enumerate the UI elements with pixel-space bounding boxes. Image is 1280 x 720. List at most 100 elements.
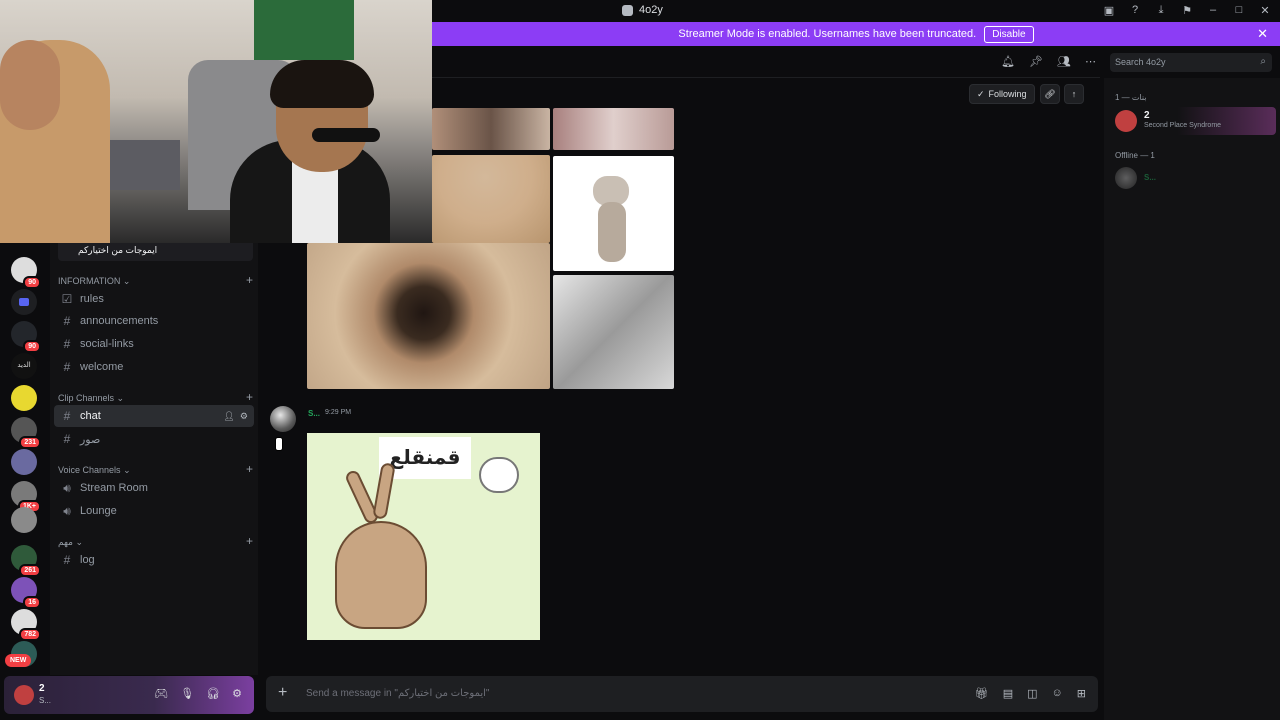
members-icon[interactable]: 👥︎ xyxy=(1057,55,1071,68)
category-misc[interactable]: مهم ⌄ + xyxy=(58,534,253,548)
bunny-body xyxy=(335,521,427,629)
server-icon-1[interactable]: 90 xyxy=(11,257,41,289)
help-icon[interactable]: ? xyxy=(1128,3,1142,17)
server-icon xyxy=(622,4,633,16)
rules-checkbox-icon: ☑ xyxy=(61,292,73,306)
voice-channel-stream-room[interactable]: 🔊︎ Stream Room xyxy=(54,477,254,499)
person-left-head xyxy=(0,40,60,130)
message-avatar[interactable] xyxy=(270,406,296,432)
search-input[interactable]: Search 4o2y ⌕ xyxy=(1110,53,1272,72)
user-status: S... xyxy=(39,696,52,705)
add-channel-icon[interactable]: + xyxy=(246,534,253,548)
server-icon-7[interactable] xyxy=(11,507,37,533)
link-icon[interactable]: 🔗︎ xyxy=(1040,84,1060,104)
channel-log[interactable]: # log xyxy=(54,549,254,571)
folder-icon[interactable] xyxy=(11,289,37,315)
member-name: S... xyxy=(1144,173,1157,182)
category-label: Voice Channels xyxy=(58,465,121,475)
minimize-icon[interactable]: – xyxy=(1206,3,1220,17)
arrow-up-icon[interactable]: ↑ xyxy=(1064,84,1084,104)
chevron-down-icon: ⌄ xyxy=(116,393,125,403)
mention-badge: 782 xyxy=(19,628,41,641)
download-icon[interactable]: ⤓ xyxy=(1154,3,1168,17)
emoji-icon[interactable]: ☺ xyxy=(1052,687,1063,700)
channel-label: log xyxy=(80,554,95,566)
channel-label: Stream Room xyxy=(80,482,148,494)
window-controls: ▣ ? ⤓ ⚑ – □ ✕ xyxy=(1102,3,1272,17)
cat-body xyxy=(598,202,626,262)
more-icon[interactable]: ⋯ xyxy=(1085,55,1096,68)
attachment-image-1[interactable] xyxy=(432,108,550,150)
sunglasses xyxy=(312,128,380,142)
attachment-image-cat-top[interactable] xyxy=(432,155,550,243)
gear-icon[interactable]: ⚙ xyxy=(232,687,242,700)
server-icon-9[interactable]: 16 xyxy=(11,577,41,609)
category-information[interactable]: INFORMATION ⌄ + xyxy=(58,273,253,287)
member-item[interactable]: 2 Second Place Syndrome xyxy=(1112,107,1276,135)
channel-rules[interactable]: ☑ rules xyxy=(54,288,254,310)
composer-placeholder: Send a message in "ايموجات من اختياركم" xyxy=(306,688,490,699)
flag-image xyxy=(254,0,354,60)
mention-badge: 16 xyxy=(23,596,41,609)
category-voice-channels[interactable]: Voice Channels ⌄ + xyxy=(58,462,253,476)
channel-images[interactable]: # صور xyxy=(54,428,254,450)
mic-icon[interactable]: 🎙︎ xyxy=(180,687,194,700)
server-icon-10[interactable]: 782 xyxy=(11,609,41,641)
category-clip-channels[interactable]: Clip Channels ⌄ + xyxy=(58,390,253,404)
attachment-image-cat-closeup[interactable] xyxy=(307,243,550,389)
maximize-icon[interactable]: □ xyxy=(1232,3,1246,17)
activity-icon[interactable]: ⚑ xyxy=(1180,3,1194,17)
message-author[interactable]: S... xyxy=(308,409,320,418)
server-icon-5[interactable] xyxy=(11,449,37,475)
members-group-header: بنات — 1 xyxy=(1115,93,1147,102)
add-channel-icon[interactable]: + xyxy=(246,390,253,404)
hash-icon: # xyxy=(63,432,71,446)
avatar[interactable] xyxy=(14,685,34,705)
following-button[interactable]: ✓ Following xyxy=(969,84,1035,104)
apps-icon[interactable]: ⊞ xyxy=(1077,687,1086,700)
voice-channel-lounge[interactable]: 🔊︎ Lounge xyxy=(54,500,254,522)
add-channel-icon[interactable]: + xyxy=(246,273,253,287)
chevron-down-icon: ⌄ xyxy=(75,537,84,547)
bell-icon[interactable]: 🔔︎ xyxy=(1001,55,1015,68)
channel-chat[interactable]: # chat 👤︎ ⚙ xyxy=(54,405,254,427)
attachment-image-grey-cat[interactable] xyxy=(553,275,674,389)
member-item-offline[interactable]: S... xyxy=(1112,164,1276,192)
attachment-image-2[interactable] xyxy=(553,108,674,150)
server-icon-4[interactable]: 231 xyxy=(11,417,41,449)
close-icon[interactable]: ✕ xyxy=(1257,26,1268,42)
invite-icon[interactable]: 👤︎ xyxy=(223,411,234,422)
gift-icon[interactable]: 🎁︎ xyxy=(975,687,989,700)
close-window-icon[interactable]: ✕ xyxy=(1258,3,1272,17)
chevron-down-icon: ⌄ xyxy=(123,465,131,475)
channel-welcome[interactable]: # welcome xyxy=(54,356,254,378)
add-channel-icon[interactable]: + xyxy=(246,462,253,476)
person-right-hair xyxy=(270,60,374,108)
disable-button[interactable]: Disable xyxy=(984,25,1034,43)
channel-social-links[interactable]: # social-links xyxy=(54,333,254,355)
sticker-icon[interactable]: ◫ xyxy=(1027,687,1037,700)
message-composer[interactable]: + Send a message in "ايموجات من اختياركم… xyxy=(266,676,1098,712)
flying-bunny xyxy=(479,457,519,493)
server-icon-6[interactable]: 1K+ xyxy=(11,481,41,513)
gif-icon[interactable]: ▤ xyxy=(1003,687,1013,700)
gear-icon[interactable]: ⚙ xyxy=(240,411,248,422)
server-icon-3[interactable] xyxy=(11,385,37,411)
sticker-image[interactable]: قمنقلع xyxy=(307,433,540,640)
server-icon-8[interactable]: 261 xyxy=(11,545,41,577)
headphones-icon[interactable]: 🎧︎ xyxy=(206,687,220,700)
mention-badge: 90 xyxy=(23,276,41,289)
server-text-icon[interactable]: الديد xyxy=(11,353,37,379)
channel-announcements[interactable]: # announcements xyxy=(54,310,254,332)
person-right-shirt xyxy=(292,160,338,243)
hash-icon: # xyxy=(63,553,71,567)
new-badge: NEW xyxy=(5,654,32,667)
game-icon[interactable]: 🎮︎ xyxy=(154,687,168,700)
user-name: 2 xyxy=(39,683,45,694)
server-icon-2[interactable]: 90 xyxy=(11,321,41,353)
inbox-icon[interactable]: ▣ xyxy=(1102,3,1116,17)
avatar xyxy=(1115,110,1137,132)
upload-plus-icon[interactable]: + xyxy=(278,684,287,702)
attachment-image-dancing-cat[interactable] xyxy=(553,156,674,271)
pin-icon[interactable]: 📌︎ xyxy=(1029,55,1043,68)
